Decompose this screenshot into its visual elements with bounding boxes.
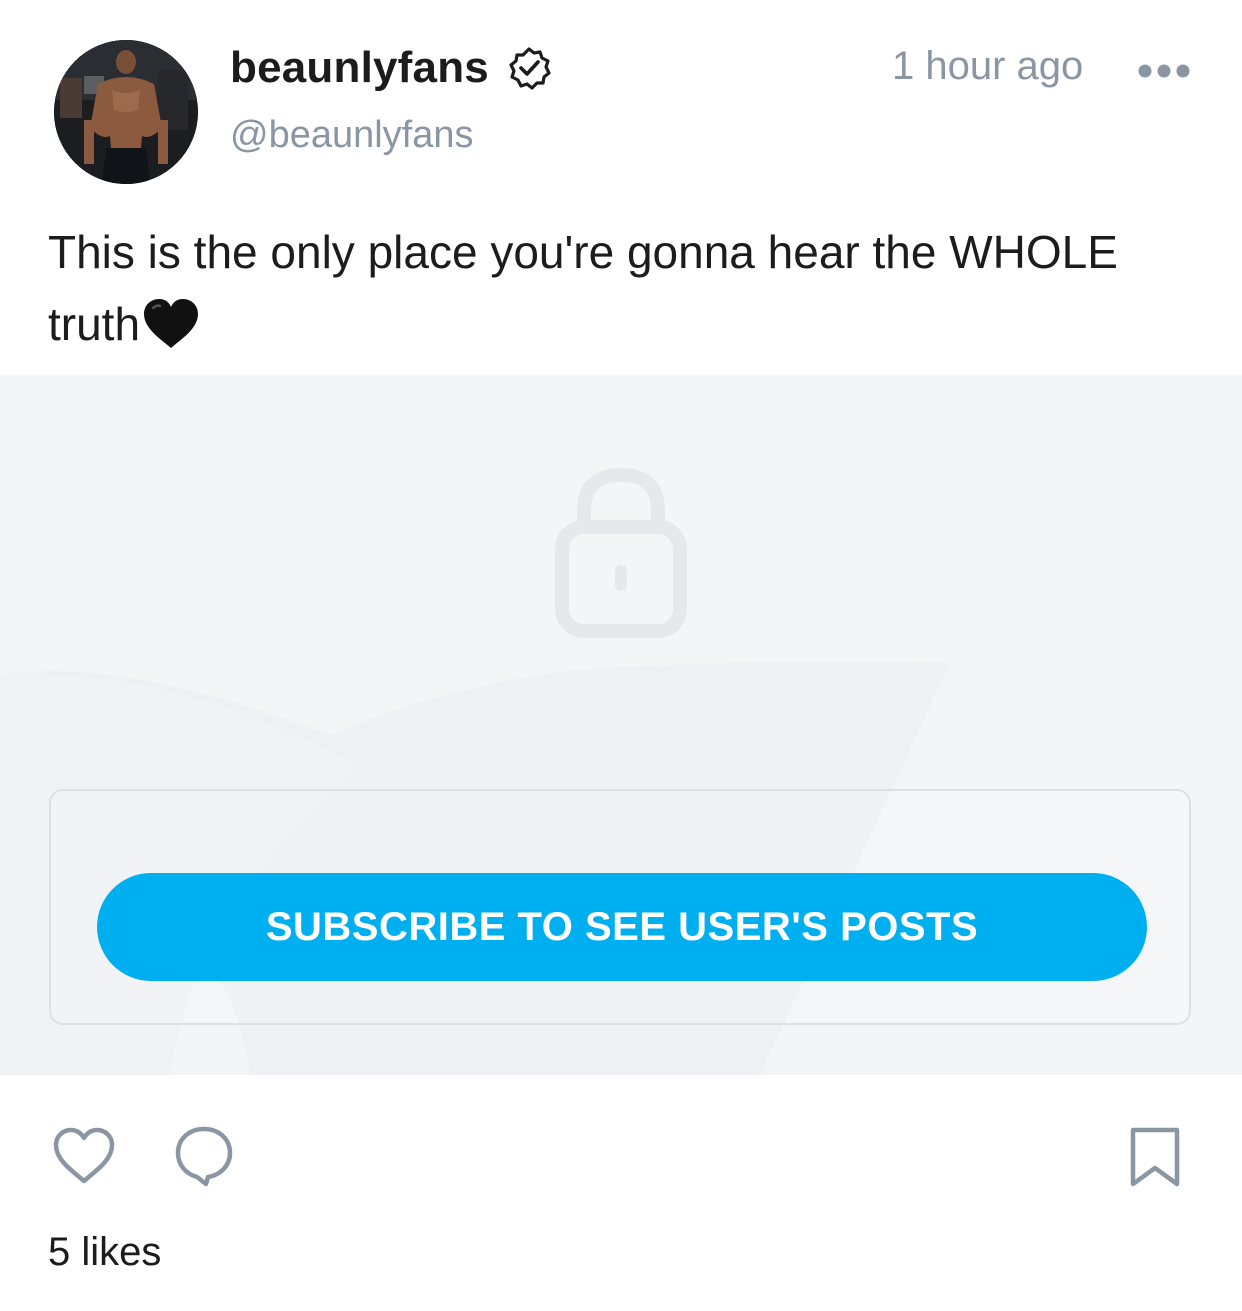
heart-icon — [53, 1127, 115, 1184]
likes-count[interactable]: 5 likes — [48, 1230, 161, 1275]
lock-icon — [552, 467, 690, 639]
subscribe-panel: SUBSCRIBE TO SEE USER'S POSTS — [49, 789, 1191, 1025]
author-handle[interactable]: @beaunlyfans — [230, 114, 474, 157]
post-card: beaunlyfans @beaunlyfans 1 hour ago This… — [0, 0, 1242, 1311]
post-timestamp: 1 hour ago — [892, 44, 1084, 88]
comment-icon — [175, 1126, 233, 1187]
bookmark-button[interactable] — [1128, 1126, 1182, 1188]
author-display-name[interactable]: beaunlyfans — [230, 43, 489, 93]
like-button[interactable] — [52, 1127, 116, 1185]
locked-media-area: SUBSCRIBE TO SEE USER'S POSTS — [0, 375, 1242, 1075]
more-horizontal-icon — [1138, 64, 1190, 78]
author-name-row[interactable]: beaunlyfans — [230, 40, 551, 96]
caption-text: This is the only place you're gonna hear… — [48, 226, 1118, 350]
verified-badge-icon — [507, 46, 551, 90]
more-options-button[interactable] — [1136, 56, 1192, 86]
avatar[interactable] — [54, 40, 198, 184]
comment-button[interactable] — [174, 1125, 234, 1187]
post-caption: This is the only place you're gonna hear… — [48, 216, 1198, 360]
black-heart-icon — [142, 298, 200, 350]
subscribe-button[interactable]: SUBSCRIBE TO SEE USER'S POSTS — [97, 873, 1147, 981]
bookmark-icon — [1130, 1127, 1180, 1187]
